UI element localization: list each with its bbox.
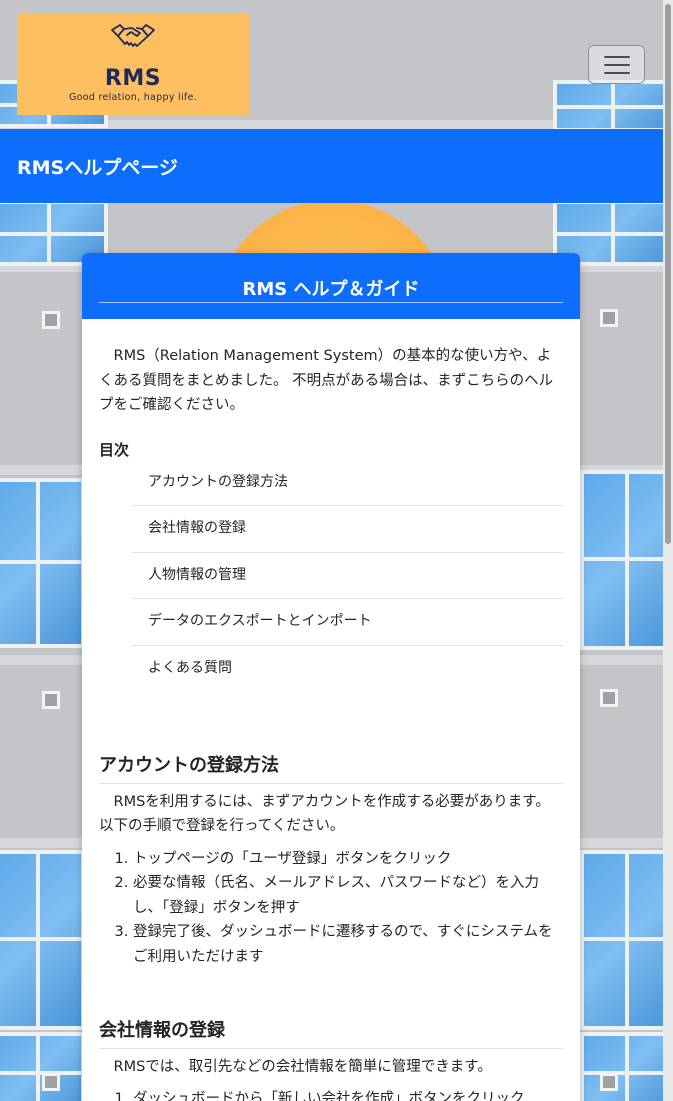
section-text-company: RMSでは、取引先などの会社情報を簡単に管理できます。 [113, 1058, 492, 1075]
toc-item[interactable]: 会社情報の登録 [132, 506, 563, 553]
toc-item[interactable]: アカウントの登録方法 [132, 471, 563, 506]
intro-text: RMS（Relation Management System）の基本的な使い方や… [99, 348, 554, 413]
menu-toggle-button[interactable] [588, 45, 645, 84]
page-hero: RMSヘルプページ [0, 129, 663, 203]
table-of-contents: アカウントの登録方法 会社情報の登録 人物情報の管理 データのエクスポートとイン… [132, 471, 563, 692]
toc-heading: 目次 [99, 440, 130, 459]
brand-name: RMS [104, 66, 162, 91]
brand-tagline: Good relation, happy life. [68, 92, 198, 103]
brand-logo[interactable]: RMS Good relation, happy life. [17, 14, 249, 115]
step-item: 必要な情報（氏名、メールアドレス、パスワードなど）を入力し、「登録」ボタンを押す [133, 871, 563, 920]
toc-link-export-import[interactable]: データのエクスポートとインポート [148, 613, 372, 629]
page-title: RMSヘルプページ [17, 156, 178, 179]
steps-list-account: トップページの「ユーザ登録」ボタンをクリック 必要な情報（氏名、メールアドレス、… [133, 847, 563, 970]
card-title: RMS ヘルプ＆ガイド [242, 279, 420, 300]
toc-link-person[interactable]: 人物情報の管理 [148, 567, 246, 583]
page-scrollbar-thumb[interactable] [665, 4, 671, 544]
step-item: 登録完了後、ダッシュボードに遷移するので、すぐにシステムをご利用いただけます [133, 920, 563, 969]
menu-icon [603, 55, 630, 58]
handshake-icon [111, 24, 155, 47]
toc-link-company[interactable]: 会社情報の登録 [148, 520, 246, 536]
toc-link-faq[interactable]: よくある質問 [148, 660, 232, 676]
toc-item[interactable]: データのエクスポートとインポート [132, 599, 563, 646]
toc-item[interactable]: 人物情報の管理 [132, 553, 563, 599]
card-body: RMS（Relation Management System）の基本的な使い方や… [82, 319, 580, 1101]
help-card: RMS ヘルプ＆ガイド RMS（Relation Management Syst… [82, 253, 580, 1101]
step-item: トップページの「ユーザ登録」ボタンをクリック [133, 847, 563, 872]
step-item: ダッシュボードから「新しい会社を作成」ボタンをクリック [133, 1087, 563, 1101]
section-text-account: RMSを利用するには、まずアカウントを作成する必要があります。以下の手順で登録を… [99, 793, 550, 835]
card-header-divider [99, 302, 563, 303]
steps-list-company: ダッシュボードから「新しい会社を作成」ボタンをクリック [133, 1087, 563, 1101]
section-title-account: アカウントの登録方法 [99, 754, 563, 784]
toc-link-account[interactable]: アカウントの登録方法 [148, 474, 288, 490]
card-header: RMS ヘルプ＆ガイド [82, 253, 580, 319]
toc-item[interactable]: よくある質問 [132, 646, 563, 693]
section-title-company: 会社情報の登録 [99, 1019, 563, 1049]
